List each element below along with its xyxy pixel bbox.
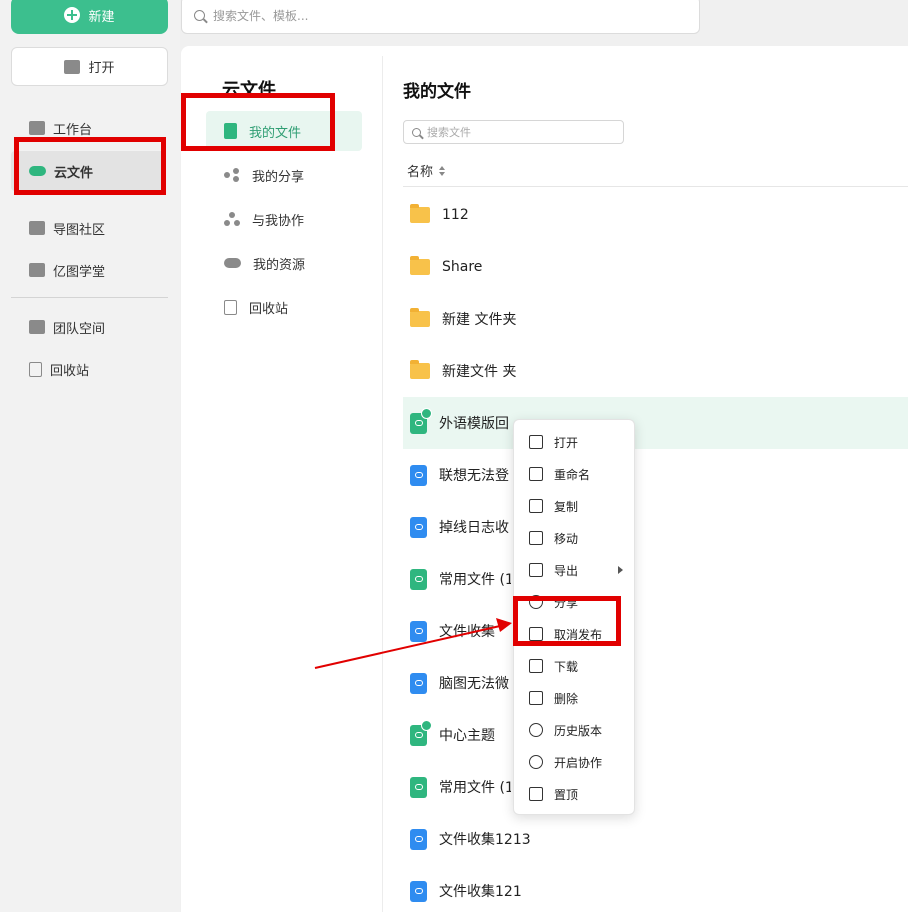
annotation-arrow xyxy=(314,618,512,669)
